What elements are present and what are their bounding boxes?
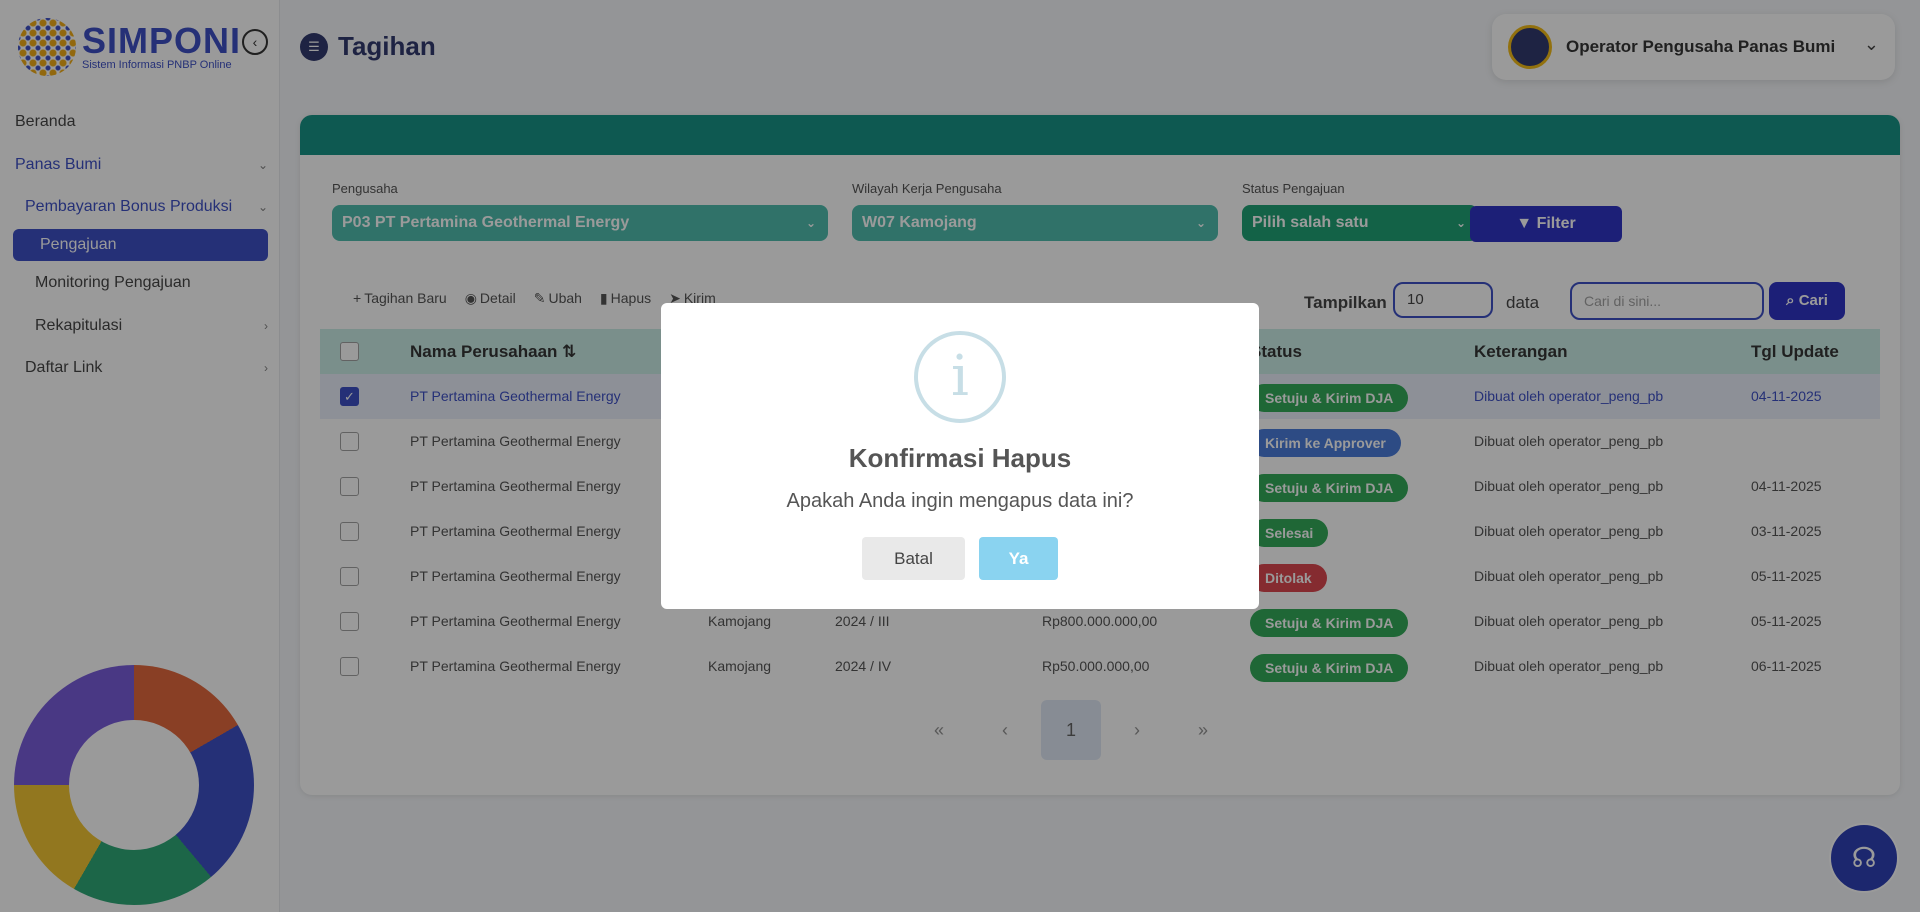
confirm-delete-dialog: i Konfirmasi Hapus Apakah Anda ingin men… (661, 303, 1259, 609)
cancel-button[interactable]: Batal (862, 537, 965, 580)
confirm-button[interactable]: Ya (979, 537, 1058, 580)
dialog-message: Apakah Anda ingin mengapus data ini? (786, 490, 1134, 512)
dialog-title: Konfirmasi Hapus (848, 443, 1072, 473)
info-icon: i (914, 331, 1006, 423)
